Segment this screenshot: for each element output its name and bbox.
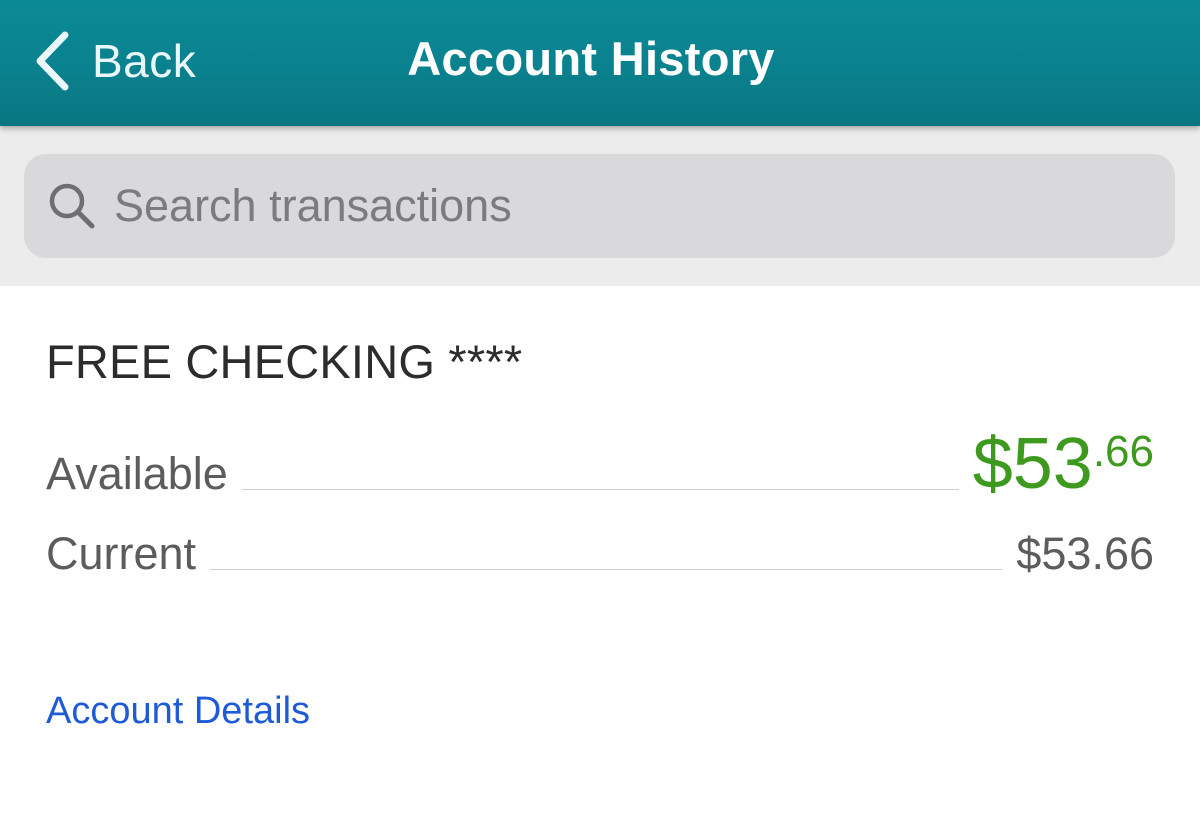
current-balance-row: Current $53.66: [46, 524, 1154, 580]
account-name: FREE CHECKING ****: [46, 335, 523, 388]
page-title: Account History: [407, 32, 775, 85]
account-history-screen: Back Account History FREE CHECKING **** …: [0, 0, 1200, 834]
account-details-link[interactable]: Account Details: [46, 690, 310, 733]
available-cents: .66: [1092, 427, 1154, 476]
available-label: Available: [46, 448, 228, 499]
navigation-bar: Back Account History: [0, 0, 1200, 126]
leader-line: [210, 569, 1003, 570]
search-bar-container: [0, 126, 1200, 286]
current-amount: $53.66: [1016, 528, 1154, 579]
account-summary: FREE CHECKING **** Available $53 .66 Cur…: [0, 286, 1200, 834]
leader-line: [241, 489, 959, 490]
search-input[interactable]: [112, 170, 1116, 242]
available-dollars: $53: [972, 424, 1093, 504]
current-label: Current: [46, 528, 197, 579]
available-balance-row: Available $53 .66: [46, 426, 1154, 500]
available-amount: $53 .66: [973, 428, 1154, 500]
search-field[interactable]: [24, 154, 1175, 258]
search-icon: [49, 183, 95, 229]
